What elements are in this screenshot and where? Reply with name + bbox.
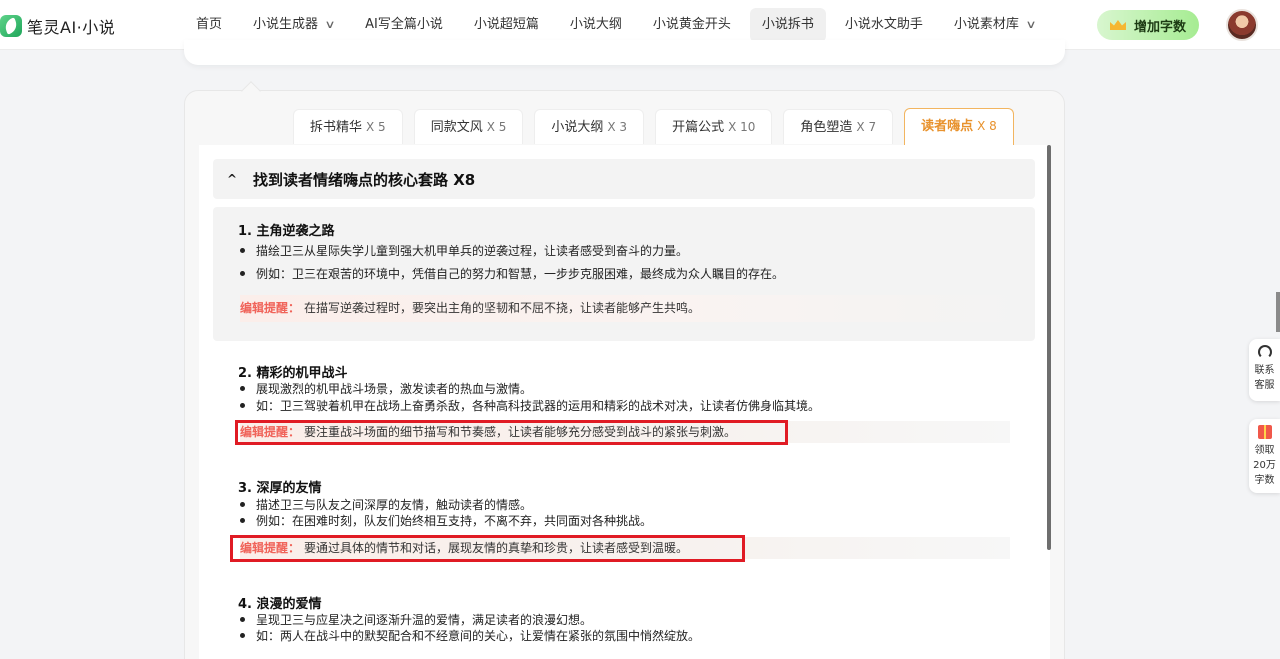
result-tabs: 拆书精华 X 5 同款文风 X 5 小说大纲 X 3 开篇公式 X 10 角色塑造 X 7… [293, 108, 1025, 145]
tab-label: 读者嗨点 [921, 119, 974, 134]
brand-name: 笔灵AI·小说 [27, 18, 116, 37]
item-bullet: 描述卫三与队友之间深厚的友情，触动读者的情感。 [240, 496, 532, 513]
gift-icon [1257, 425, 1272, 439]
nav-label: 小说黄金开头 [652, 17, 731, 32]
item-title: 4. 浪漫的爱情 [238, 597, 322, 612]
item-bullet: 例如：卫三在艰苦的环境中，凭借自己的努力和智慧，一步步克服困难，最终成为众人瞩目… [240, 265, 784, 282]
tab-opening-formula[interactable]: 开篇公式 X 10 [655, 109, 773, 144]
tab-count: X 7 [856, 120, 877, 134]
gift-label-line: 领取 [1254, 445, 1275, 456]
scrollbar-thumb[interactable] [1047, 145, 1051, 550]
tab-label: 小说大纲 [551, 120, 604, 135]
main-nav: 首页 小说生成器 ∨ AI写全篇小说 小说超短篇 小说大纲 小说黄金开头 小说拆书… [184, 8, 1054, 42]
nav-item-golden-opening[interactable]: 小说黄金开头 [641, 8, 743, 42]
nav-item-novel-generator[interactable]: 小说生成器 ∨ [241, 8, 346, 42]
tab-label: 同款文风 [430, 120, 483, 135]
item-title: 3. 深厚的友情 [238, 481, 322, 496]
nav-item-ai-full-novel[interactable]: AI写全篇小说 [353, 8, 455, 42]
editor-tip: 编辑提醒： 在描写逆袭过程时，要突出主角的坚韧和不屈不挠，让读者能够产生共鸣。 [240, 295, 1020, 322]
item-bullet: 呈现卫三与应星决之间逐渐升温的爱情，满足读者的浪漫幻想。 [240, 611, 592, 628]
tab-label: 角色塑造 [800, 120, 853, 135]
item-bullet: 如：两人在战斗中的默契配合和不经意间的关心，让爱情在紧张的氛围中悄然绽放。 [240, 627, 700, 644]
gift-label-line: 20万 [1253, 460, 1276, 471]
tab-count: X 5 [366, 120, 386, 134]
nav-item-outline[interactable]: 小说大纲 [558, 8, 634, 42]
tab-count: X 3 [607, 120, 628, 134]
add-words-button[interactable]: 增加字数 [1097, 10, 1199, 40]
crown-icon [1109, 20, 1126, 30]
tab-count: X 5 [486, 120, 507, 134]
tab-count: X 8 [977, 119, 997, 133]
claim-words-button[interactable]: 领取 20万 字数 [1249, 419, 1280, 493]
customer-service-button[interactable]: 联系 客服 [1249, 339, 1280, 401]
collapse-caret-icon[interactable]: ^ [227, 172, 237, 186]
tab-label: 开篇公式 [672, 120, 725, 135]
item-bullet: 例如：在困难时刻，队友们始终相互支持，不离不弃，共同面对各种挑战。 [240, 512, 652, 529]
nav-label: 小说超短篇 [473, 17, 539, 32]
service-label-line: 联系 [1254, 365, 1275, 376]
chevron-down-icon: ∨ [1025, 18, 1037, 31]
nav-item-material-library[interactable]: 小说素材库 ∨ [942, 8, 1047, 42]
tab-label: 拆书精华 [310, 120, 363, 135]
brand-logo[interactable]: 笔灵AI·小说 [0, 13, 115, 39]
tab-same-style[interactable]: 同款文风 X 5 [413, 109, 524, 144]
item-title: 2. 精彩的机甲战斗 [238, 366, 348, 381]
section-header[interactable]: ^ 找到读者情绪嗨点的核心套路 X8 [213, 159, 1035, 199]
chevron-down-icon: ∨ [324, 18, 336, 31]
user-avatar[interactable] [1226, 9, 1258, 41]
nav-label: 小说水文助手 [844, 17, 923, 32]
feather-logo-icon [0, 15, 22, 37]
editor-tip-label: 编辑提醒： [240, 301, 301, 315]
gift-label-line: 字数 [1254, 475, 1275, 486]
tab-reader-highlights[interactable]: 读者嗨点 X 8 [904, 108, 1014, 145]
tab-essence[interactable]: 拆书精华 X 5 [293, 109, 403, 144]
nav-item-home[interactable]: 首页 [184, 8, 234, 42]
previous-card [184, 40, 1065, 65]
nav-item-short-story[interactable]: 小说超短篇 [462, 8, 551, 42]
add-words-label: 增加字数 [1133, 19, 1186, 35]
item-bullet: 描绘卫三从星际失学儿童到强大机甲单兵的逆袭过程，让读者感受到奋斗的力量。 [240, 242, 688, 259]
nav-label: 小说生成器 [253, 17, 319, 32]
nav-label: AI写全篇小说 [365, 17, 443, 32]
section-title: 找到读者情绪嗨点的核心套路 X8 [253, 170, 476, 189]
headset-icon [1257, 345, 1272, 359]
nav-item-book-breakdown[interactable]: 小说拆书 [749, 8, 826, 42]
nav-label: 小说拆书 [761, 17, 814, 32]
service-label-line: 客服 [1254, 380, 1275, 391]
item-bullet: 展现激烈的机甲战斗场景，激发读者的热血与激情。 [240, 380, 532, 397]
tab-outline[interactable]: 小说大纲 X 3 [534, 109, 645, 144]
editor-tip-text: 在描写逆袭过程时，要突出主角的坚韧和不屈不挠，让读者能够产生共鸣。 [304, 301, 701, 315]
highlight-box [230, 535, 745, 562]
item-bullet: 如：卫三驾驶着机甲在战场上奋勇杀敌，各种高科技武器的运用和精彩的战术对决，让读者… [240, 397, 820, 414]
nav-item-filler-assistant[interactable]: 小说水文助手 [833, 8, 935, 42]
highlight-box [235, 420, 788, 445]
tab-count: X 10 [728, 120, 756, 134]
nav-label: 首页 [196, 17, 223, 32]
nav-label: 小说大纲 [569, 17, 622, 32]
tab-characters[interactable]: 角色塑造 X 7 [783, 109, 894, 144]
item-title: 1. 主角逆袭之路 [238, 224, 335, 239]
nav-label: 小说素材库 [953, 17, 1019, 32]
page-scrollbar[interactable] [1276, 292, 1280, 332]
